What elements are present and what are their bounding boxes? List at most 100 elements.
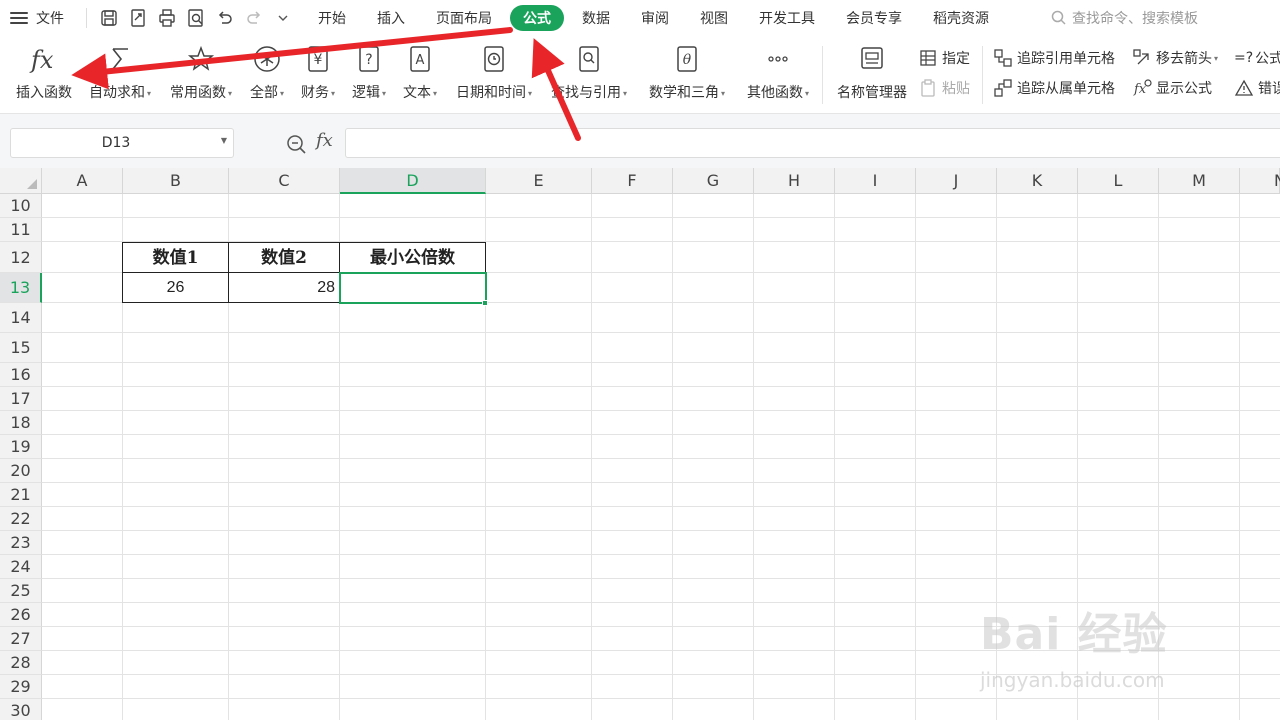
cell-b13[interactable]: 26 [122, 273, 229, 303]
column-header-a[interactable]: A [42, 168, 123, 194]
tab-formulas[interactable]: 公式 [510, 5, 564, 31]
gridline [42, 434, 1280, 435]
row-header-25[interactable]: 25 [0, 579, 42, 603]
row-header-18[interactable]: 18 [0, 411, 42, 435]
column-header-k[interactable]: K [997, 168, 1078, 194]
tab-developer[interactable]: 开发工具 [746, 5, 828, 31]
math-label: 数学和三角 [648, 85, 719, 101]
save-icon[interactable] [97, 6, 121, 30]
all-functions-button[interactable]: 全部 ▾ [246, 42, 288, 108]
tab-view[interactable]: 视图 [687, 5, 741, 31]
row-header-22[interactable]: 22 [0, 507, 42, 531]
row-header-24[interactable]: 24 [0, 555, 42, 579]
tab-data[interactable]: 数据 [569, 5, 623, 31]
show-formulas-label: 显示公式 [1156, 81, 1212, 97]
row-header-28[interactable]: 28 [0, 651, 42, 675]
row-header-11[interactable]: 11 [0, 218, 42, 242]
datetime-functions-button[interactable]: 日期和时间 ▾ [452, 42, 536, 108]
row-header-12[interactable]: 12 [0, 242, 42, 273]
autosum-button[interactable]: 自动求和 ▾ [85, 42, 155, 108]
trace-dependents-button[interactable]: 追踪从属单元格 [993, 76, 1115, 100]
column-header-j[interactable]: J [916, 168, 997, 194]
column-header-i[interactable]: I [835, 168, 916, 194]
table-header-value2[interactable]: 数值2 [229, 242, 340, 273]
column-header-n[interactable]: N [1240, 168, 1280, 194]
finance-functions-button[interactable]: ¥ 财务 ▾ [297, 42, 339, 108]
row-header-20[interactable]: 20 [0, 459, 42, 483]
fx-icon[interactable]: fx [316, 130, 333, 151]
row-header-23[interactable]: 23 [0, 531, 42, 555]
error-check-button[interactable]: 错误 [1234, 76, 1280, 100]
column-header-d[interactable]: D [340, 168, 486, 194]
tab-insert[interactable]: 插入 [364, 5, 418, 31]
hamburger-menu-icon[interactable] [10, 12, 28, 24]
column-header-m[interactable]: M [1159, 168, 1240, 194]
formula-input[interactable] [345, 128, 1280, 158]
print-preview-icon[interactable] [184, 6, 208, 30]
tab-page-layout[interactable]: 页面布局 [423, 5, 505, 31]
tab-home[interactable]: 开始 [305, 5, 359, 31]
show-formulas-icon: fx [1133, 79, 1152, 97]
tab-member[interactable]: 会员专享 [833, 5, 915, 31]
cell-c13[interactable]: 28 [229, 273, 340, 303]
question-icon: ? [354, 42, 384, 76]
row-header-13[interactable]: 13 [0, 273, 42, 303]
row-header-30[interactable]: 30 [0, 699, 42, 720]
customize-quick-access-icon[interactable] [271, 6, 295, 30]
tab-review[interactable]: 审阅 [628, 5, 682, 31]
name-box[interactable]: D13 ▼ [10, 128, 234, 158]
specify-button[interactable]: 指定 [918, 46, 970, 70]
zoom-icon[interactable] [286, 134, 308, 156]
undo-icon[interactable] [213, 6, 237, 30]
export-pdf-icon[interactable] [126, 6, 150, 30]
column-header-h[interactable]: H [754, 168, 835, 194]
row-header-16[interactable]: 16 [0, 363, 42, 387]
trace-precedents-button[interactable]: 追踪引用单元格 [993, 46, 1115, 70]
fill-handle[interactable] [482, 300, 488, 306]
column-header-l[interactable]: L [1078, 168, 1159, 194]
row-header-19[interactable]: 19 [0, 435, 42, 459]
row-header-29[interactable]: 29 [0, 675, 42, 699]
math-functions-button[interactable]: θ 数学和三角 ▾ [643, 42, 731, 108]
redo-icon[interactable] [242, 6, 266, 30]
gridline [42, 578, 1280, 579]
common-functions-button[interactable]: 常用函数 ▾ [166, 42, 236, 108]
print-icon[interactable] [155, 6, 179, 30]
column-header-g[interactable]: G [673, 168, 754, 194]
row-header-17[interactable]: 17 [0, 387, 42, 411]
row-header-15[interactable]: 15 [0, 333, 42, 363]
row-header-26[interactable]: 26 [0, 603, 42, 627]
name-manager-button[interactable]: 名称管理器 [832, 42, 912, 108]
other-functions-button[interactable]: 其他函数 ▾ [740, 42, 816, 108]
text-functions-button[interactable]: A 文本 ▾ [399, 42, 441, 108]
paste-button[interactable]: 粘贴 [918, 76, 970, 100]
command-search[interactable]: 查找命令、搜索模板 [1050, 0, 1198, 36]
row-header-10[interactable]: 10 [0, 194, 42, 218]
column-header-f[interactable]: F [592, 168, 673, 194]
formula-bar: D13 ▼ fx [0, 114, 1280, 168]
logic-functions-button[interactable]: ? 逻辑 ▾ [348, 42, 390, 108]
lookup-functions-button[interactable]: 查找与引用 ▾ [545, 42, 633, 108]
chevron-down-icon[interactable]: ▼ [221, 136, 227, 145]
finance-label: 财务 [300, 85, 329, 101]
evaluate-formula-icon: =? [1234, 50, 1254, 66]
paste-icon [921, 79, 935, 97]
row-header-14[interactable]: 14 [0, 303, 42, 333]
gridline [42, 530, 1280, 531]
column-header-e[interactable]: E [486, 168, 592, 194]
file-menu[interactable]: 文件 [36, 8, 64, 28]
column-header-c[interactable]: C [229, 168, 340, 194]
svg-text:¥: ¥ [314, 52, 323, 68]
column-header-b[interactable]: B [123, 168, 229, 194]
show-formulas-button[interactable]: fx 显示公式 [1132, 76, 1212, 100]
select-all-corner[interactable] [0, 168, 42, 194]
row-header-21[interactable]: 21 [0, 483, 42, 507]
tab-docer-resources[interactable]: 稻壳资源 [920, 5, 1002, 31]
evaluate-formula-button[interactable]: =? 公式 [1234, 46, 1280, 70]
spreadsheet-grid[interactable]: A B C D E F G H I J K L M N 10 11 12 13 … [0, 168, 1280, 720]
table-header-value1[interactable]: 数值1 [122, 242, 229, 273]
remove-arrows-button[interactable]: 移去箭头 ▾ [1132, 46, 1218, 70]
row-header-27[interactable]: 27 [0, 627, 42, 651]
table-header-lcm[interactable]: 最小公倍数 [340, 242, 486, 273]
insert-function-button[interactable]: fx 插入函数 [12, 42, 76, 108]
